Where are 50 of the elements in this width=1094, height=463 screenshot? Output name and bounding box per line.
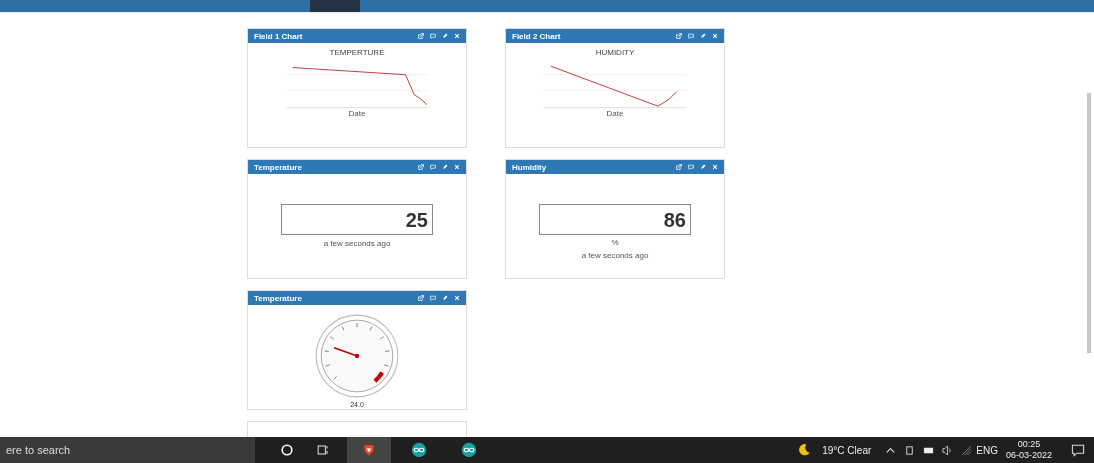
external-link-icon[interactable] bbox=[676, 33, 682, 39]
speaker-icon[interactable] bbox=[942, 444, 954, 456]
card-title: Field 2 Chart bbox=[512, 31, 561, 41]
timestamp-text: a few seconds ago bbox=[581, 251, 649, 260]
unit-label: % bbox=[611, 238, 619, 247]
chart-title: TEMPERTURE bbox=[329, 48, 385, 57]
notification-icon[interactable] bbox=[1070, 442, 1086, 458]
clock-time[interactable]: 00:25 bbox=[1017, 439, 1041, 450]
axis-label: Date bbox=[348, 109, 366, 118]
pencil-icon[interactable] bbox=[442, 33, 448, 39]
close-icon[interactable] bbox=[454, 295, 460, 301]
weather-text[interactable]: 19°C Clear bbox=[822, 444, 872, 456]
comment-icon[interactable] bbox=[430, 164, 436, 170]
infinity-icon bbox=[461, 442, 477, 458]
pencil-icon[interactable] bbox=[442, 164, 448, 170]
pencil-icon[interactable] bbox=[700, 164, 706, 170]
external-link-icon[interactable] bbox=[418, 295, 424, 301]
comment-icon[interactable] bbox=[430, 295, 436, 301]
card-title: Temperature bbox=[254, 293, 302, 303]
pencil-icon[interactable] bbox=[442, 295, 448, 301]
value-display: 25 bbox=[281, 204, 433, 235]
language-indicator[interactable]: ENG bbox=[976, 444, 998, 456]
value-display: 86 bbox=[539, 204, 691, 235]
external-link-icon[interactable] bbox=[418, 164, 424, 170]
chart-title: HUMIDITY bbox=[595, 48, 635, 57]
external-link-icon[interactable] bbox=[418, 33, 424, 39]
moon-icon bbox=[796, 442, 813, 458]
external-link-icon[interactable] bbox=[676, 164, 682, 170]
comment-icon[interactable] bbox=[688, 33, 694, 39]
close-icon[interactable] bbox=[454, 164, 460, 170]
card-title: Field 1 Chart bbox=[254, 31, 303, 41]
device-icon[interactable] bbox=[904, 444, 916, 456]
infinity-icon bbox=[411, 442, 427, 458]
task-view-icon[interactable] bbox=[315, 442, 331, 458]
card-title: Temperature bbox=[254, 162, 302, 172]
close-icon[interactable] bbox=[712, 33, 718, 39]
clock-date[interactable]: 06-03-2022 bbox=[1005, 450, 1052, 461]
card-title: Humidity bbox=[512, 162, 547, 172]
axis-label: Date bbox=[606, 109, 624, 118]
close-icon[interactable] bbox=[454, 33, 460, 39]
comment-icon[interactable] bbox=[430, 33, 436, 39]
scrollbar[interactable] bbox=[1087, 93, 1091, 353]
comment-icon[interactable] bbox=[688, 164, 694, 170]
close-icon[interactable] bbox=[712, 164, 718, 170]
search-field[interactable]: ere to search bbox=[0, 437, 255, 463]
search-circle-icon[interactable] bbox=[279, 442, 295, 458]
lion-shield-icon bbox=[361, 442, 377, 458]
pencil-icon[interactable] bbox=[700, 33, 706, 39]
wifi-icon[interactable] bbox=[961, 444, 973, 456]
timestamp-text: a few seconds ago bbox=[323, 239, 391, 248]
